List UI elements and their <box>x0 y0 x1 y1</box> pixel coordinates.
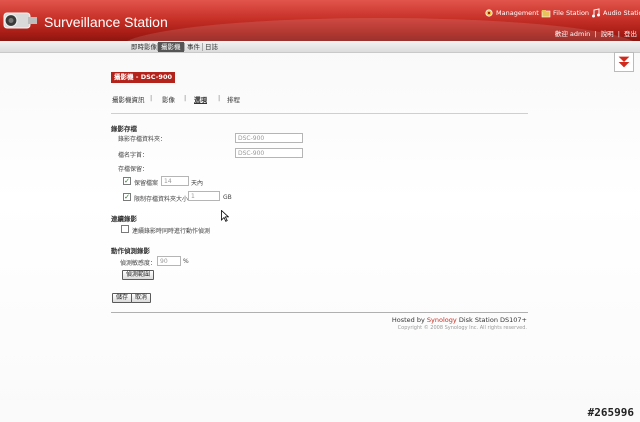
subnav-camera-info[interactable]: 攝影機資訊 <box>112 94 145 104</box>
detection-area-button[interactable]: 偵測範圍 <box>122 270 155 280</box>
audio-station-link[interactable]: Audio Station <box>591 8 640 18</box>
sensitivity-label: 偵測敏感度： <box>120 260 157 267</box>
sensitivity-input[interactable] <box>157 256 181 266</box>
subnav-schedule[interactable]: 排程 <box>227 94 240 104</box>
subnav-options[interactable]: 選項 <box>194 94 207 104</box>
file-station-link[interactable]: File Station <box>541 8 589 18</box>
limit-size-unit: GB <box>223 194 232 201</box>
limit-size-input[interactable] <box>188 191 220 201</box>
divider <box>111 113 528 114</box>
main-tab-bar: 即時影像 攝影機 事件 日誌 <box>0 41 640 53</box>
limit-size-checkbox[interactable]: ✓ <box>123 193 131 201</box>
sensitivity-unit: % <box>183 258 189 265</box>
tab-camera[interactable]: 攝影機 <box>158 42 184 52</box>
app-title: Surveillance Station <box>44 14 168 30</box>
help-link[interactable]: 說明 <box>601 30 614 38</box>
app-header: Surveillance Station Management File Sta… <box>0 0 640 41</box>
user-links: 歡迎 admin | 說明 | 登出 <box>554 30 637 38</box>
continuous-motion-label: 連續錄影時同時進行動作偵測 <box>132 228 211 235</box>
continuous-motion-checkbox[interactable] <box>121 225 129 233</box>
keep-days-input[interactable] <box>161 176 189 186</box>
camera-title: 攝影機 - DSC-900 <box>111 72 175 83</box>
prefix-label: 檔名字首： <box>118 152 149 159</box>
save-button[interactable]: 儲存 <box>112 293 133 303</box>
copyright: Copyright © 2008 Synology Inc. All right… <box>397 325 527 331</box>
collapse-button[interactable] <box>614 52 634 72</box>
image-watermark: #265996 <box>587 406 634 419</box>
keep-files-checkbox[interactable]: ✓ <box>123 177 131 185</box>
continuous-recording-title: 連續錄影 <box>111 215 137 223</box>
tab-events[interactable]: 事件 <box>184 42 203 52</box>
limit-size-label: 限制存檔資料夾大小 <box>134 196 189 203</box>
audio-station-label: Audio Station <box>603 9 640 17</box>
mouse-cursor-icon <box>221 210 229 222</box>
hosted-by: Hosted by Synology Disk Station DS107+ <box>391 316 527 324</box>
folder-label: 錄影存檔資料夾： <box>118 136 167 143</box>
management-icon <box>485 9 493 17</box>
synology-brand: Synology <box>426 316 457 324</box>
tab-logs[interactable]: 日誌 <box>202 42 221 52</box>
welcome-user-link: 歡迎 admin <box>554 30 591 38</box>
storage-label: 存檔保留： <box>118 166 149 173</box>
keep-days-unit: 天內 <box>191 180 204 187</box>
logout-link[interactable]: 登出 <box>624 30 637 38</box>
tab-live-view[interactable]: 即時影像 <box>128 42 160 52</box>
recording-storage-title: 錄影存檔 <box>111 125 137 133</box>
management-label: Management <box>496 9 539 17</box>
keep-files-label: 保留檔案 <box>134 180 159 187</box>
camera-logo-icon <box>3 12 37 29</box>
prefix-input[interactable] <box>235 148 303 158</box>
footer-divider <box>111 312 528 313</box>
file-station-icon <box>541 10 551 18</box>
cancel-button[interactable]: 取消 <box>131 293 152 303</box>
subnav-video[interactable]: 影像 <box>162 94 175 104</box>
motion-detection-title: 動作偵測錄影 <box>111 247 150 255</box>
file-station-label: File Station <box>553 9 590 17</box>
management-link[interactable]: Management <box>484 8 539 18</box>
folder-input[interactable] <box>235 133 303 143</box>
audio-station-icon <box>592 8 600 18</box>
double-chevron-down-icon <box>618 56 630 68</box>
